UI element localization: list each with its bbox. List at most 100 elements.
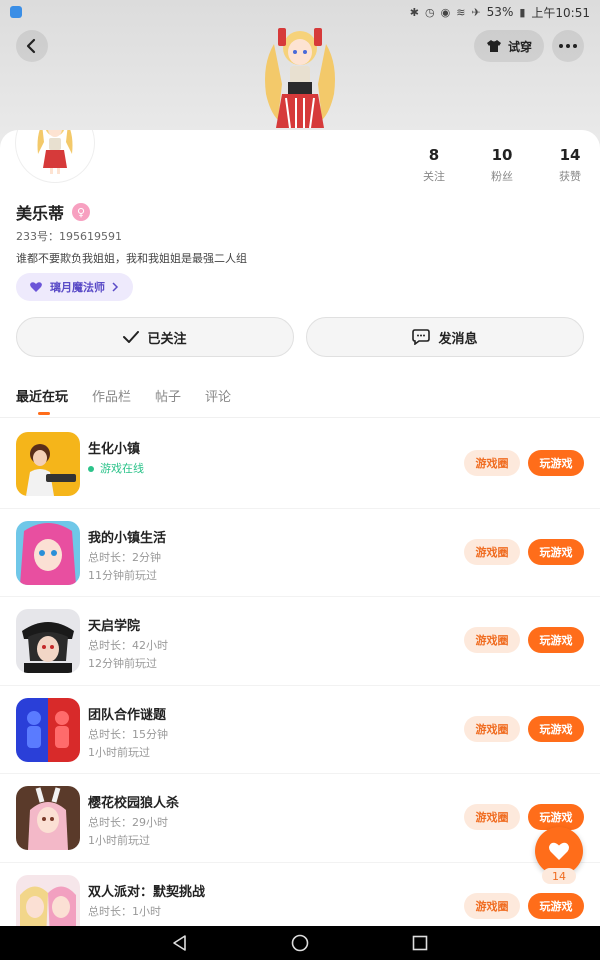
stat-likes[interactable]: 14 获赞	[536, 146, 600, 184]
list-item[interactable]: 生化小镇 游戏在线 游戏圈 玩游戏	[0, 420, 600, 509]
game-name: 樱花校园狼人杀	[88, 796, 180, 811]
list-item[interactable]: 团队合作谜题 总时长：15分钟 1小时前玩过 游戏圈 玩游戏	[0, 686, 600, 774]
title-tag[interactable]: 璃月魔法师	[16, 273, 133, 301]
list-item[interactable]: 双人派对：默契挑战 总时长：1小时 游戏圈 玩游戏	[0, 863, 600, 926]
nav-home-icon[interactable]	[291, 934, 309, 952]
play-game-button[interactable]: 玩游戏	[528, 892, 584, 919]
game-name: 生化小镇	[88, 442, 141, 457]
game-name: 团队合作谜题	[88, 707, 167, 723]
eye-icon: ◉	[440, 5, 451, 19]
profile-bio: 谁都不要欺负我姐姐，我和我姐姐是最强二人组	[16, 252, 247, 265]
try-on-label: 试穿	[507, 39, 532, 54]
game-icon	[16, 874, 80, 926]
active-tab-indicator	[38, 412, 50, 415]
nav-back-icon[interactable]	[171, 934, 189, 952]
heart-wings-icon	[30, 282, 42, 292]
game-name: 我的小镇生活	[88, 530, 167, 546]
tab-works[interactable]: 作品栏	[92, 386, 131, 405]
tab-recently-played[interactable]: 最近在玩	[16, 386, 68, 405]
game-circle-button[interactable]: 游戏圈	[464, 892, 520, 919]
play-game-button[interactable]: 玩游戏	[528, 538, 584, 565]
profile-tabs: 最近在玩 作品栏 帖子 评论	[16, 386, 231, 405]
airplane-icon: ✈	[471, 5, 481, 19]
tab-comments[interactable]: 评论	[205, 386, 231, 405]
game-online-status: 游戏在线	[88, 460, 144, 476]
like-count-badge: 14	[542, 868, 576, 884]
game-playtime: 总时长：2分钟	[88, 550, 161, 564]
bluetooth-icon: ✱	[409, 5, 420, 19]
title-tag-label: 璃月魔法师	[50, 281, 105, 294]
game-circle-button[interactable]: 游戏圈	[464, 804, 520, 830]
stat-value: 14	[559, 146, 581, 164]
game-icon	[16, 520, 80, 585]
game-playtime: 总时长：42小时	[88, 639, 168, 652]
stat-following[interactable]: 8 关注	[400, 146, 468, 184]
game-last-played: 1小时前玩过	[88, 834, 150, 847]
gender-badge-icon: ♀	[72, 203, 91, 221]
send-message-label: 发消息	[438, 331, 478, 347]
stat-value: 8	[428, 146, 440, 164]
game-playtime: 总时长：29小时	[88, 816, 168, 829]
game-circle-button[interactable]: 游戏圈	[464, 538, 520, 565]
profile-actions: 已关注 发消息	[16, 317, 584, 357]
game-icon	[16, 697, 80, 762]
stat-followers[interactable]: 10 粉丝	[468, 146, 536, 184]
recent-games-list: 生化小镇 游戏在线 游戏圈 玩游戏 我的小镇生活 总时长：2分钟 11分钟前玩过…	[0, 420, 600, 926]
more-dots-icon	[559, 44, 577, 48]
game-circle-button[interactable]: 游戏圈	[464, 450, 520, 476]
game-playtime: 总时长：1小时	[88, 904, 161, 918]
send-message-button[interactable]: 发消息	[306, 317, 584, 357]
nav-recents-icon[interactable]	[411, 934, 429, 952]
game-playtime: 总时长：15分钟	[88, 727, 168, 741]
chevron-left-icon	[26, 38, 36, 54]
play-game-button[interactable]: 玩游戏	[528, 627, 584, 653]
online-status-label: 游戏在线	[100, 462, 144, 475]
game-name: 天启学院	[88, 619, 141, 634]
stat-label: 关注	[423, 170, 445, 183]
profile-stats: 8 关注 10 粉丝 14 获赞	[400, 146, 600, 184]
stat-label: 粉丝	[491, 170, 513, 183]
wifi-icon: ≋	[456, 5, 466, 19]
status-bar: ✱ ◷ ◉ ≋ ✈ 53% ▮ 上午10:51	[0, 0, 600, 24]
followed-button[interactable]: 已关注	[16, 317, 294, 357]
list-item[interactable]: 樱花校园狼人杀 总时长：29小时 1小时前玩过 游戏圈 玩游戏	[0, 774, 600, 863]
followed-label: 已关注	[147, 331, 187, 347]
list-item[interactable]: 我的小镇生活 总时长：2分钟 11分钟前玩过 游戏圈 玩游戏	[0, 509, 600, 597]
game-last-played: 1小时前玩过	[88, 745, 150, 759]
play-game-button[interactable]: 玩游戏	[528, 715, 584, 742]
game-icon	[16, 432, 80, 496]
list-item[interactable]: 天启学院 总时长：42小时 12分钟前玩过 游戏圈 玩游戏	[0, 597, 600, 686]
game-icon	[16, 609, 80, 673]
clock: 上午10:51	[531, 5, 590, 20]
avatar-image	[37, 130, 73, 174]
stat-label: 获赞	[559, 170, 581, 183]
stat-value: 10	[491, 146, 513, 164]
name-row: 美乐蒂 ♀	[16, 200, 91, 224]
check-icon	[123, 331, 140, 343]
tab-posts[interactable]: 帖子	[155, 386, 181, 405]
back-button[interactable]	[16, 30, 48, 62]
try-on-button[interactable]: 试穿	[474, 30, 544, 62]
game-last-played: 11分钟前玩过	[88, 568, 157, 582]
play-game-button[interactable]: 玩游戏	[528, 450, 584, 476]
battery-percent: 53%	[486, 5, 514, 19]
system-navigation-bar	[0, 926, 600, 960]
battery-icon: ▮	[519, 5, 526, 19]
game-circle-button[interactable]: 游戏圈	[464, 627, 520, 653]
game-last-played: 12分钟前玩过	[88, 657, 157, 670]
divider	[0, 417, 600, 418]
avatar[interactable]	[16, 130, 94, 182]
app-notification-icon	[10, 6, 22, 18]
online-dot-icon	[88, 466, 94, 472]
game-circle-button[interactable]: 游戏圈	[464, 715, 520, 742]
alarm-icon: ◷	[425, 5, 435, 19]
profile-uid: 233号：195619591	[16, 230, 122, 243]
chevron-right-icon	[112, 282, 119, 292]
game-icon	[16, 786, 80, 850]
profile-card: 8 关注 10 粉丝 14 获赞 美乐蒂 ♀ 233号：195619591 谁都…	[0, 130, 600, 926]
game-name: 双人派对：默契挑战	[88, 884, 206, 900]
avatar-character-figure	[265, 28, 335, 129]
more-options-button[interactable]	[552, 30, 584, 62]
shirt-icon	[486, 40, 501, 52]
message-icon	[412, 329, 431, 345]
